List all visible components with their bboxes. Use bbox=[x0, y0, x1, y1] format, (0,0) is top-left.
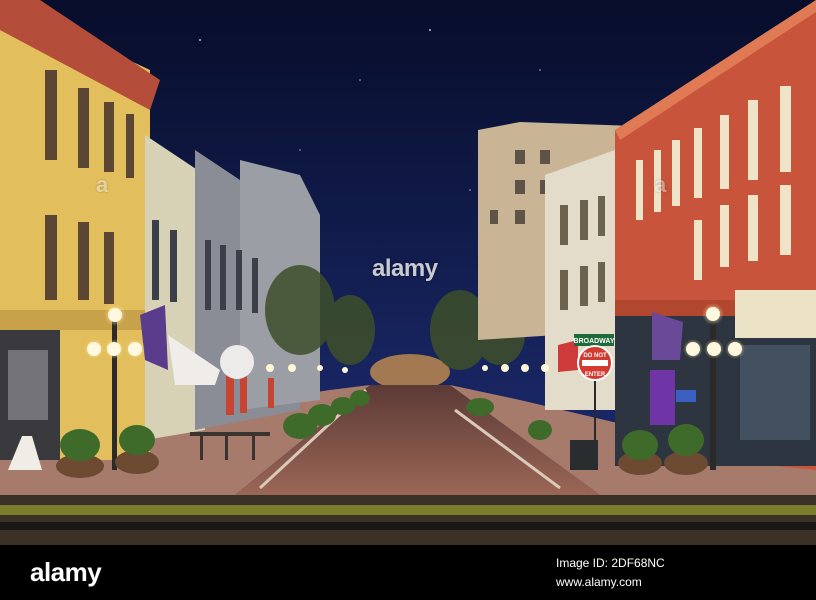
trash-bin bbox=[570, 440, 598, 470]
do-not-enter-line2: ENTER bbox=[585, 372, 606, 378]
watermark-left: a bbox=[96, 172, 109, 197]
foreground-ground bbox=[0, 495, 816, 545]
broadway-sign-text: BROADWAY bbox=[574, 338, 615, 345]
watermark-right: a bbox=[654, 172, 667, 197]
parking-sign bbox=[676, 390, 696, 402]
alamy-logo[interactable]: alamy bbox=[30, 557, 102, 588]
horizon-glow bbox=[370, 354, 450, 390]
site-url-text[interactable]: www.alamy.com bbox=[556, 575, 642, 589]
stock-photo-frame: BROADWAY DO NOT ENTER alamy a a alamy Im… bbox=[0, 0, 816, 600]
street-night-photo: BROADWAY DO NOT ENTER alamy a a bbox=[0, 0, 816, 545]
watermark-center: alamy bbox=[372, 255, 438, 282]
footer-bar: alamy Image ID: 2DF68NC www.alamy.com bbox=[0, 545, 816, 600]
broadway-street-sign: BROADWAY bbox=[574, 334, 615, 346]
round-sign bbox=[220, 345, 254, 379]
image-id-text: Image ID: 2DF68NC bbox=[556, 556, 665, 570]
do-not-enter-line1: DO NOT bbox=[583, 353, 607, 359]
